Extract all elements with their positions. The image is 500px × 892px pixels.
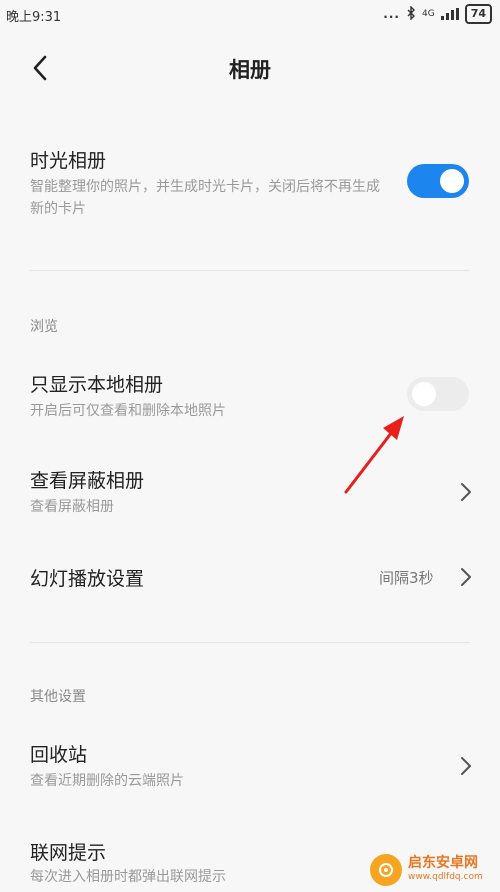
slideshow-value: 间隔3秒 [379, 569, 434, 587]
setting-time-album[interactable]: 时光相册 智能整理你的照片，并生成时光卡片，关闭后将不再生成新的卡片 [0, 140, 500, 240]
toggle-knob [412, 382, 436, 406]
status-time: 晚上9:31 [6, 10, 62, 25]
network-prompt-desc: 每次进入相册时都弹出联网提示 [30, 869, 226, 885]
status-icons: ... 4G 74 [383, 4, 492, 24]
watermark-logo-icon [370, 854, 402, 886]
battery-indicator: 74 [464, 4, 492, 24]
local-only-desc: 开启后可仅查看和删除本地照片 [30, 403, 226, 419]
page-title: 相册 [229, 58, 271, 82]
watermark-title: 启东安卓网 [408, 855, 478, 871]
local-only-toggle[interactable] [407, 377, 469, 411]
bluetooth-icon [406, 4, 416, 23]
recycle-bin-desc: 查看近期删除的云端照片 [30, 773, 184, 789]
watermark-url: www.qdlfdq.com [408, 872, 483, 882]
network-prompt-title: 联网提示 [30, 842, 107, 864]
time-album-toggle[interactable] [407, 164, 469, 198]
setting-local-only[interactable]: 只显示本地相册 开启后可仅查看和删除本地照片 [0, 362, 500, 432]
toggle-knob [440, 169, 464, 193]
more-dots-icon: ... [383, 7, 400, 21]
setting-hidden-album[interactable]: 查看屏蔽相册 查看屏蔽相册 [0, 460, 500, 530]
hidden-album-desc: 查看屏蔽相册 [30, 499, 114, 515]
time-album-title: 时光相册 [30, 150, 107, 172]
hidden-album-title: 查看屏蔽相册 [30, 470, 145, 492]
chevron-right-icon [461, 483, 471, 501]
section-label-other: 其他设置 [30, 689, 86, 705]
network-type: 4G [421, 9, 435, 19]
time-album-desc: 智能整理你的照片，并生成时光卡片，关闭后将不再生成新的卡片 [30, 179, 380, 217]
chevron-right-icon [461, 757, 471, 775]
local-only-title: 只显示本地相册 [30, 374, 164, 396]
section-label-browse: 浏览 [30, 319, 58, 335]
divider [30, 270, 470, 271]
slideshow-title: 幻灯播放设置 [30, 568, 145, 590]
setting-recycle-bin[interactable]: 回收站 查看近期删除的云端照片 [0, 734, 500, 804]
signal-icon [440, 8, 459, 20]
setting-slideshow[interactable]: 幻灯播放设置 间隔3秒 [0, 556, 500, 606]
site-watermark: 启东安卓网 www.qdlfdq.com [370, 852, 496, 888]
recycle-bin-title: 回收站 [30, 744, 88, 766]
chevron-right-icon [461, 568, 471, 586]
header: 相册 [0, 40, 500, 100]
divider [30, 642, 470, 643]
status-bar: 晚上9:31 ... 4G 74 [0, 0, 500, 30]
